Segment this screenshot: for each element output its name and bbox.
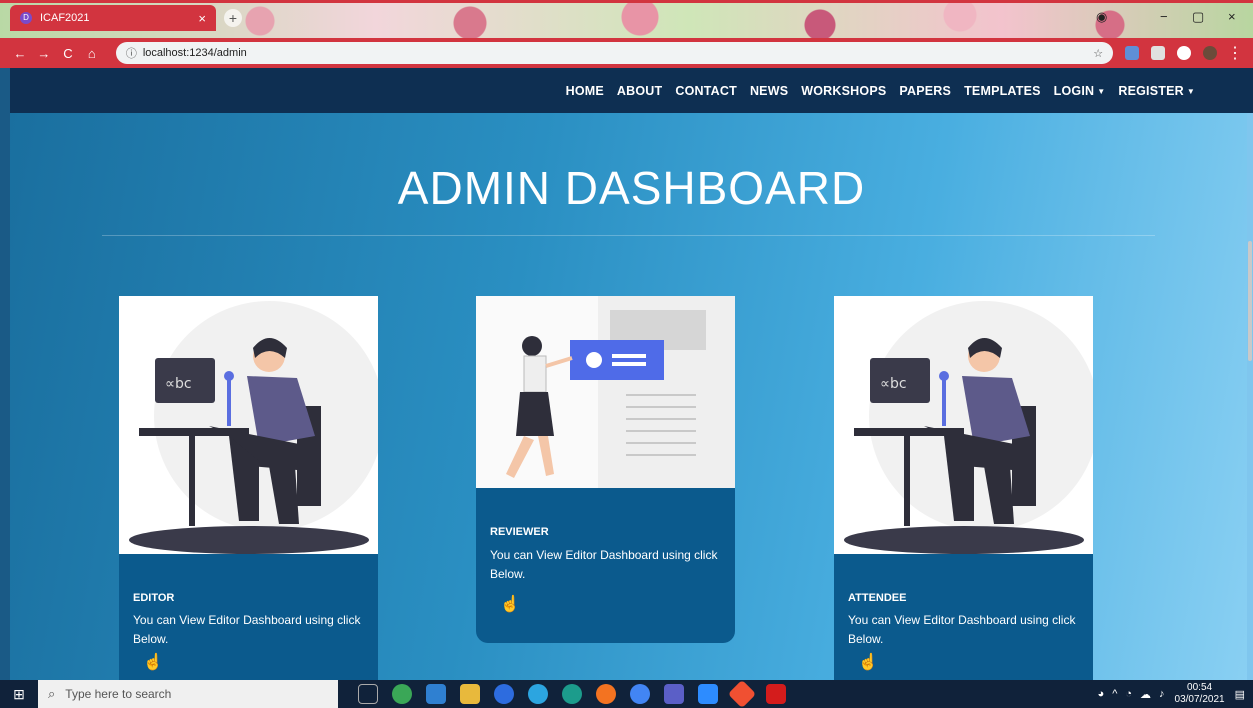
pointer-hand-icon[interactable]: ☝ <box>858 652 878 672</box>
site-info-icon[interactable]: ⓘ <box>126 45 137 61</box>
svg-text:∝bc: ∝bc <box>880 376 907 392</box>
nav-contact[interactable]: CONTACT <box>675 84 737 98</box>
scrollbar-thumb[interactable] <box>1248 241 1252 361</box>
taskbar-clock[interactable]: 00:54 03/07/2021 <box>1175 682 1225 706</box>
reload-button[interactable]: C <box>58 46 78 61</box>
nav-about[interactable]: ABOUT <box>617 84 662 98</box>
extensions-puzzle-icon[interactable] <box>1177 46 1192 60</box>
bookmark-star-icon[interactable]: ☆ <box>1093 47 1103 60</box>
address-bar-row: ← → C ⌂ ⓘ localhost:1234/admin ☆ ⋮ <box>0 38 1253 68</box>
clock-time: 00:54 <box>1187 682 1213 693</box>
profile-avatar[interactable]: ◉ <box>1096 9 1107 25</box>
nav-register-label: REGISTER <box>1118 83 1184 98</box>
attendee-card[interactable]: ∝bc ATTENDEE You can View Editor Dashboa… <box>834 296 1093 680</box>
url-field[interactable]: ⓘ localhost:1234/admin ☆ <box>115 42 1114 64</box>
svg-text:∝bc: ∝bc <box>165 376 192 392</box>
card-title: REVIEWER <box>490 526 549 538</box>
editor-card[interactable]: ∝bc EDITOR You can View Editor Dashboard… <box>119 296 378 680</box>
tab-title: ICAF2021 <box>40 12 90 24</box>
card-title: EDITOR <box>133 592 175 604</box>
acrobat-icon[interactable] <box>766 684 786 704</box>
taskbar-search-box[interactable]: ⌕ Type here to search <box>38 680 338 708</box>
pointer-hand-icon[interactable]: ☝ <box>143 652 163 672</box>
nav-login-label: LOGIN <box>1053 83 1095 98</box>
chrome-app-icon[interactable] <box>392 684 412 704</box>
reviewer-card[interactable]: REVIEWER You can View Editor Dashboard u… <box>476 296 735 643</box>
teams-icon[interactable] <box>664 684 684 704</box>
chevron-up-icon[interactable]: ^ <box>1112 688 1117 700</box>
system-tray: ◕ ^ ◔ ☁ ♪ 00:54 03/07/2021 ▤ <box>1098 682 1253 706</box>
title-divider <box>102 235 1155 236</box>
search-placeholder: Type here to search <box>65 687 172 701</box>
network-icon[interactable]: ◔ <box>1125 688 1132 700</box>
file-explorer-icon[interactable] <box>460 684 480 704</box>
cloud-icon[interactable]: ☁ <box>1140 688 1151 701</box>
nav-templates[interactable]: TEMPLATES <box>964 84 1041 98</box>
card-description: You can View Editor Dashboard using clic… <box>848 613 1076 646</box>
browser-menu-icon[interactable]: ⋮ <box>1227 43 1243 63</box>
pointer-hand-icon[interactable]: ☝ <box>500 594 520 614</box>
page-title: ADMIN DASHBOARD <box>397 162 866 214</box>
page-scrollbar[interactable] <box>1247 113 1253 680</box>
card-description: You can View Editor Dashboard using clic… <box>490 548 718 581</box>
nav-papers[interactable]: PAPERS <box>899 84 951 98</box>
edge-icon[interactable] <box>562 684 582 704</box>
dashboard-hero: ADMIN DASHBOARD ∝bc EDITOR You can View … <box>10 113 1253 680</box>
zoom-icon[interactable] <box>698 684 718 704</box>
close-tab-icon[interactable]: × <box>198 11 206 26</box>
pocket-icon[interactable] <box>1151 46 1166 60</box>
reviewer-illustration <box>476 296 735 488</box>
browser-tab[interactable]: D ICAF2021 × <box>10 5 216 31</box>
volume-icon[interactable]: ♪ <box>1159 688 1165 700</box>
nav-login-dropdown[interactable]: LOGIN ▼ <box>1054 84 1106 98</box>
windows-taskbar: ⊞ ⌕ Type here to search ◕ ^ ◔ ☁ ♪ 00:54 … <box>0 679 1253 708</box>
windows-start-icon[interactable]: ⊞ <box>0 686 38 703</box>
close-window-button[interactable]: × <box>1228 9 1236 24</box>
site-navbar: HOME ABOUT CONTACT NEWS WORKSHOPS PAPERS… <box>10 68 1253 113</box>
browser-tab-strip: D ICAF2021 × + ◉ − ▢ × <box>0 0 1253 38</box>
nav-workshops[interactable]: WORKSHOPS <box>801 84 886 98</box>
firefox-icon[interactable] <box>596 684 616 704</box>
search-icon: ⌕ <box>48 686 56 701</box>
editor-illustration: ∝bc <box>119 296 378 554</box>
chrome-icon[interactable] <box>630 684 650 704</box>
attendee-illustration: ∝bc <box>834 296 1093 554</box>
task-view-icon[interactable] <box>358 684 378 704</box>
nav-news[interactable]: NEWS <box>750 84 788 98</box>
minimize-button[interactable]: − <box>1160 9 1168 24</box>
home-button[interactable]: ⌂ <box>82 46 102 61</box>
nav-home[interactable]: HOME <box>566 84 604 98</box>
app-icon[interactable] <box>494 684 514 704</box>
git-icon[interactable] <box>727 679 757 708</box>
tab-favicon-icon: D <box>20 12 32 24</box>
telegram-icon[interactable] <box>528 684 548 704</box>
page-left-edge <box>0 68 10 680</box>
new-tab-button[interactable]: + <box>224 9 242 27</box>
clock-date: 03/07/2021 <box>1174 694 1225 705</box>
profile-icon[interactable] <box>1203 46 1218 60</box>
card-description: You can View Editor Dashboard using clic… <box>133 613 361 646</box>
maximize-button[interactable]: ▢ <box>1192 9 1204 25</box>
taskbar-apps <box>358 679 800 708</box>
vscode-icon[interactable] <box>426 684 446 704</box>
card-title: ATTENDEE <box>848 592 907 604</box>
caret-down-icon: ▼ <box>1186 86 1195 96</box>
forward-button[interactable]: → <box>34 46 54 61</box>
nav-register-dropdown[interactable]: REGISTER ▼ <box>1118 84 1195 98</box>
help-icon[interactable]: ◕ <box>1098 688 1105 700</box>
extension-icon[interactable] <box>1125 46 1140 60</box>
url-text: localhost:1234/admin <box>142 47 247 59</box>
caret-down-icon: ▼ <box>1097 86 1106 96</box>
back-button[interactable]: ← <box>10 46 30 61</box>
notifications-icon[interactable]: ▤ <box>1235 688 1245 701</box>
